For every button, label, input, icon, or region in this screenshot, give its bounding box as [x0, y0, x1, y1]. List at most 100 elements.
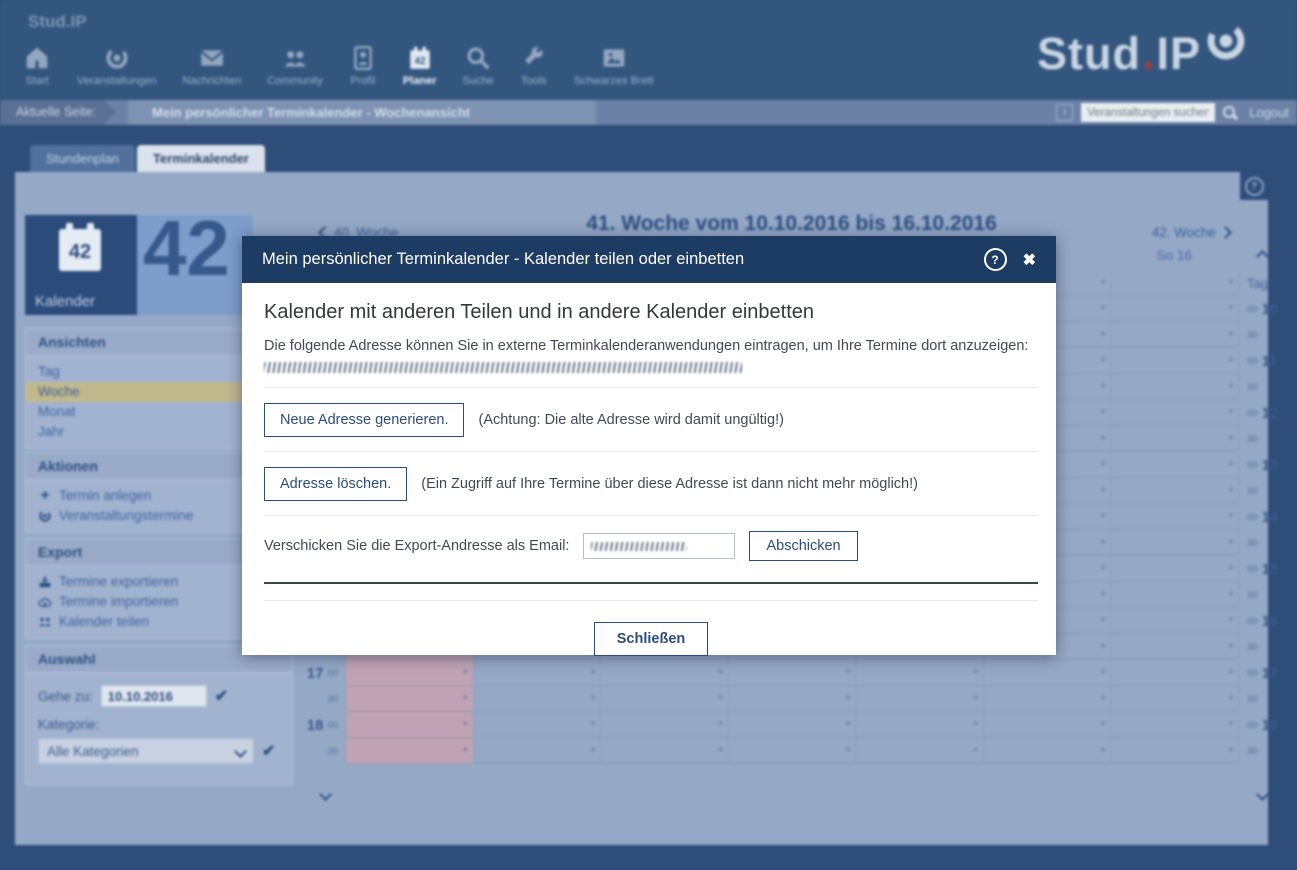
info-icon[interactable]: i [1056, 104, 1073, 121]
generate-address-button[interactable]: Neue Adresse generieren. [264, 403, 464, 437]
delete-address-button[interactable]: Adresse löschen. [264, 467, 407, 501]
export-url-description: Die folgende Adresse können Sie in exter… [264, 338, 1038, 354]
scroll-down-icon[interactable] [1256, 788, 1269, 801]
add-appointment-icon[interactable]: + [1228, 563, 1234, 574]
banner-dark-panel: 42 Kalender [25, 215, 137, 315]
add-appointment-icon[interactable]: + [717, 745, 723, 756]
add-appointment-icon[interactable]: + [845, 745, 851, 756]
add-appointment-icon[interactable]: + [590, 719, 596, 730]
add-appointment-icon[interactable]: + [590, 745, 596, 756]
add-appointment-icon[interactable]: + [717, 719, 723, 730]
add-appointment-icon[interactable]: + [1228, 615, 1234, 626]
add-appointment-icon[interactable]: + [972, 667, 978, 678]
add-appointment-icon[interactable]: + [1228, 511, 1234, 522]
category-label: Kategorie: [38, 717, 100, 732]
add-appointment-icon[interactable]: + [462, 719, 468, 730]
add-appointment-icon[interactable]: + [972, 745, 978, 756]
add-appointment-icon[interactable]: + [1228, 433, 1234, 444]
add-appointment-icon[interactable]: + [1100, 433, 1106, 444]
add-appointment-icon[interactable]: + [1100, 485, 1106, 496]
category-select[interactable]: Alle Kategorien [38, 738, 254, 764]
course-search-input[interactable] [1081, 103, 1215, 122]
nav-item-tools[interactable]: Tools [507, 44, 561, 87]
nav-item-nachrichten[interactable]: Nachrichten [170, 44, 255, 87]
nav-item-community[interactable]: Community [254, 44, 336, 87]
add-appointment-icon[interactable]: + [1100, 693, 1106, 704]
add-appointment-icon[interactable]: + [1100, 641, 1106, 652]
add-appointment-icon[interactable]: + [845, 667, 851, 678]
category-apply-icon[interactable]: ✔ [262, 741, 275, 761]
tab-stundenplan[interactable]: Stundenplan [30, 145, 135, 172]
add-appointment-icon[interactable]: + [1100, 667, 1106, 678]
add-appointment-icon[interactable]: + [1100, 329, 1106, 340]
add-appointment-icon[interactable]: + [1228, 693, 1234, 704]
nav-item-schwarzes-brett[interactable]: Schwarzes Brett [561, 44, 667, 87]
add-appointment-icon[interactable]: + [1228, 277, 1234, 288]
add-appointment-icon[interactable]: + [462, 693, 468, 704]
add-appointment-icon[interactable]: + [1228, 329, 1234, 340]
add-appointment-icon[interactable]: + [1228, 303, 1234, 314]
add-appointment-icon[interactable]: + [1228, 355, 1234, 366]
add-appointment-icon[interactable]: + [1100, 407, 1106, 418]
add-appointment-icon[interactable]: + [1100, 303, 1106, 314]
add-appointment-icon[interactable]: + [1100, 589, 1106, 600]
nav-item-start[interactable]: Start [10, 44, 64, 87]
nav-label: Schwarzes Brett [574, 75, 654, 87]
add-appointment-icon[interactable]: + [590, 667, 596, 678]
add-appointment-icon[interactable]: + [845, 719, 851, 730]
goto-apply-icon[interactable]: ✔ [215, 686, 228, 706]
page-help-button[interactable]: ? [1240, 172, 1268, 200]
nav-item-suche[interactable]: Suche [449, 44, 506, 87]
search-submit-icon[interactable] [1223, 106, 1237, 120]
add-appointment-icon[interactable]: + [1228, 719, 1234, 730]
add-appointment-icon[interactable]: + [1228, 641, 1234, 652]
nav-item-planer[interactable]: 42 Planer [390, 44, 450, 87]
add-appointment-icon[interactable]: + [1228, 485, 1234, 496]
add-appointment-icon[interactable]: + [462, 745, 468, 756]
add-appointment-icon[interactable]: + [972, 693, 978, 704]
add-appointment-icon[interactable]: + [1100, 745, 1106, 756]
delete-address-note: (Ein Zugriff auf Ihre Termine über diese… [421, 476, 918, 492]
add-appointment-icon[interactable]: + [1100, 381, 1106, 392]
add-appointment-icon[interactable]: + [972, 719, 978, 730]
goto-date-input[interactable] [101, 685, 207, 707]
add-appointment-icon[interactable]: + [1100, 277, 1106, 288]
add-appointment-icon[interactable]: + [590, 693, 596, 704]
add-appointment-icon[interactable]: + [1100, 563, 1106, 574]
add-appointment-icon[interactable]: + [1100, 511, 1106, 522]
tab-terminkalender[interactable]: Terminkalender [137, 145, 265, 172]
tab-bar: Stundenplan Terminkalender [30, 145, 265, 172]
next-week-link[interactable]: 42. Woche [1152, 225, 1230, 240]
send-button[interactable]: Abschicken [749, 531, 857, 561]
add-appointment-icon[interactable]: + [845, 693, 851, 704]
nav-label: Suche [462, 75, 493, 87]
add-appointment-icon[interactable]: + [1100, 459, 1106, 470]
add-appointment-icon[interactable]: + [1228, 537, 1234, 548]
nav-label: Profil [350, 75, 375, 87]
add-appointment-icon[interactable]: + [1228, 589, 1234, 600]
add-appointment-icon[interactable]: + [1228, 459, 1234, 470]
scroll-down-icon[interactable] [319, 788, 332, 801]
board-icon [600, 44, 628, 72]
breadcrumb-bar: Aktuelle Seite: Mein persönlicher Termin… [0, 100, 1297, 125]
add-appointment-icon[interactable]: + [1228, 667, 1234, 678]
day-header-sunday[interactable]: So 16 [1110, 248, 1238, 263]
add-appointment-icon[interactable]: + [1100, 719, 1106, 730]
add-appointment-icon[interactable]: + [1100, 537, 1106, 548]
scroll-up-icon[interactable] [1256, 250, 1269, 263]
dialog-help-icon[interactable]: ? [984, 248, 1007, 271]
add-appointment-icon[interactable]: + [717, 693, 723, 704]
add-appointment-icon[interactable]: + [1228, 745, 1234, 756]
add-appointment-icon[interactable]: + [1100, 355, 1106, 366]
close-icon[interactable]: ✖ [1023, 250, 1036, 270]
add-appointment-icon[interactable]: + [1100, 615, 1106, 626]
add-appointment-icon[interactable]: + [1228, 381, 1234, 392]
add-appointment-icon[interactable]: + [1228, 407, 1234, 418]
close-dialog-button[interactable]: Schließen [594, 622, 709, 656]
logout-link[interactable]: Logout [1249, 105, 1289, 120]
nav-item-veranstaltungen[interactable]: Veranstaltungen [64, 44, 170, 87]
add-appointment-icon[interactable]: + [462, 667, 468, 678]
nav-item-profil[interactable]: Profil [336, 44, 390, 87]
email-input[interactable] [583, 533, 735, 559]
add-appointment-icon[interactable]: + [717, 667, 723, 678]
